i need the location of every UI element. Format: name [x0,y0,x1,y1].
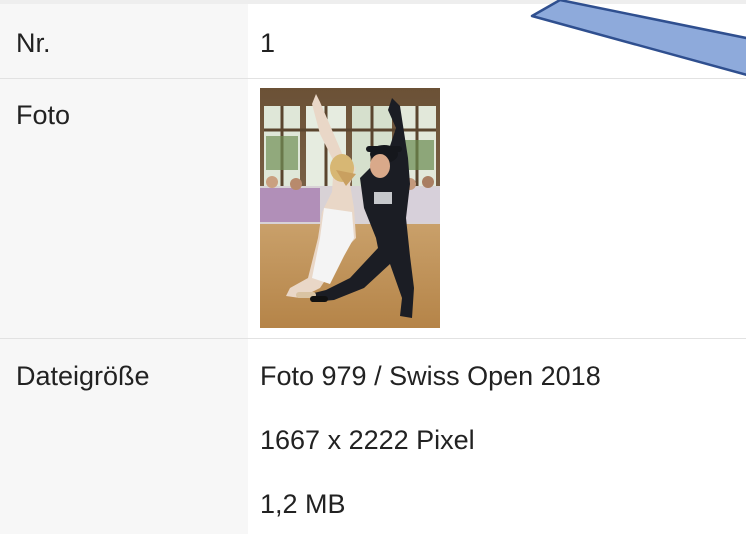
value-line-filesize: 1,2 MB [260,489,346,519]
photo-thumbnail[interactable] [260,88,440,328]
value-line-dimensions: 1667 x 2222 Pixel [260,425,475,455]
value-cell: 1 [248,4,746,78]
label-nr: Nr. [16,28,51,58]
value-cell: Foto 979 / Swiss Open 2018 1667 x 2222 P… [248,339,746,534]
value-cell [248,79,746,338]
label-cell: Foto [0,79,248,338]
label-dateigroesse: Dateigröße [16,361,150,391]
table-row-foto: Foto [0,79,746,339]
table-row-nr: Nr. 1 [0,4,746,79]
value-nr: 1 [260,28,276,58]
label-foto: Foto [16,100,71,130]
details-table: Nr. 1 Foto Dateigröße Foto 979 / Swiss O… [0,0,746,534]
table-row-dateigroesse: Dateigröße Foto 979 / Swiss Open 2018 16… [0,339,746,534]
label-cell: Dateigröße [0,339,248,534]
label-cell: Nr. [0,4,248,78]
value-line-title: Foto 979 / Swiss Open 2018 [260,361,601,391]
